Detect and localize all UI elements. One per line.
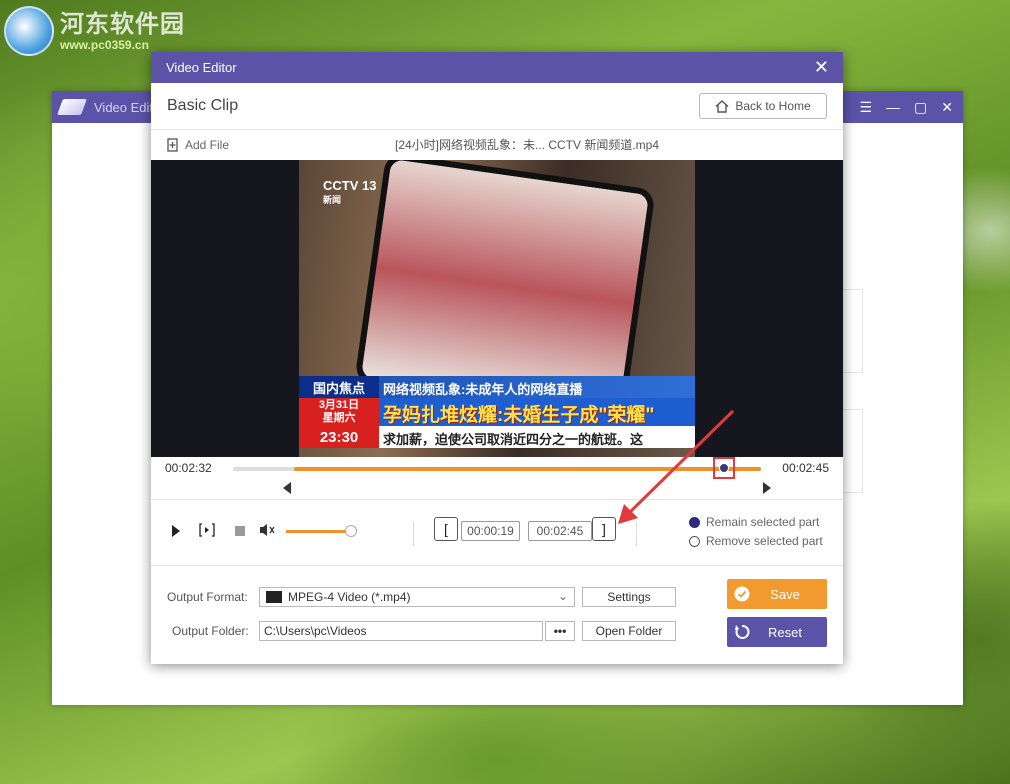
timeline-track[interactable] <box>233 457 761 479</box>
remain-selected-label: Remain selected part <box>706 515 820 529</box>
output-format-select[interactable]: MPEG-4 Video (*.mp4) ⌄ <box>259 587 575 607</box>
output-format-label: Output Format: <box>167 590 248 604</box>
menu-icon[interactable]: ☰ <box>859 99 872 116</box>
minimize-icon[interactable]: — <box>886 99 900 115</box>
page-title: Basic Clip <box>167 97 239 114</box>
set-end-button[interactable]: ] <box>592 517 616 541</box>
start-time: 00:02:32 <box>165 461 212 475</box>
save-button[interactable]: Save <box>727 579 827 609</box>
timeline: 00:02:32 00:02:45 <box>151 457 843 499</box>
news-ticker-band: 23:30 求加薪，迫使公司取消近四分之一的航班。这 <box>299 426 695 448</box>
reset-icon <box>735 625 750 639</box>
news-headline-band: 国内焦点 网络视频乱象:未成年人的网络直播 <box>299 376 695 398</box>
back-to-home-label: Back to Home <box>735 99 811 113</box>
dialog-close-button[interactable]: ✕ <box>814 58 829 76</box>
output-folder-field[interactable]: C:\Users\pc\Videos <box>259 621 543 641</box>
maximize-icon[interactable]: ▢ <box>914 99 927 116</box>
settings-button[interactable]: Settings <box>582 587 676 607</box>
end-time-field[interactable]: 00:02:45 <box>528 521 592 541</box>
output-format-value: MPEG-4 Video (*.mp4) <box>288 590 411 604</box>
news-headline: 网络视频乱象:未成年人的网络直播 <box>383 382 583 397</box>
add-file-icon <box>167 137 178 152</box>
video-preview[interactable]: CCTV 13 新闻 国内焦点 网络视频乱象:未成年人的网络直播 3月31日 星期六… <box>151 160 843 457</box>
app-logo-icon <box>57 99 87 115</box>
output-folder-label: Output Folder: <box>172 624 249 638</box>
radio-unchecked-icon <box>689 535 700 547</box>
dialog-title-bar: Video Editor ✕ <box>151 52 843 83</box>
end-time: 00:02:45 <box>782 461 829 475</box>
video-frame: CCTV 13 新闻 国内焦点 网络视频乱象:未成年人的网络直播 3月31日 星期六… <box>299 160 695 457</box>
background-panel <box>842 289 863 373</box>
browse-folder-button[interactable]: ••• <box>545 621 575 641</box>
watermark-title: 河东软件园 <box>60 8 185 38</box>
close-icon[interactable]: ✕ <box>941 99 953 116</box>
remove-selected-label: Remove selected part <box>706 534 823 548</box>
channel-logo: CCTV 13 新闻 <box>323 178 377 205</box>
radio-checked-icon <box>689 516 700 528</box>
video-editor-dialog: Video Editor ✕ Basic Clip Back to Home A… <box>151 52 843 664</box>
divider <box>413 522 414 546</box>
news-big-caption: 孕妈扎堆炫耀:未婚生子成"荣耀" <box>383 405 655 426</box>
playhead-handle[interactable] <box>719 463 730 473</box>
site-watermark: 河东软件园 www.pc0359.cn <box>4 6 185 56</box>
volume-slider-handle[interactable] <box>345 525 358 537</box>
play-icon[interactable] <box>171 524 181 538</box>
add-file-label: Add File <box>185 137 230 152</box>
chevron-down-icon: ⌄ <box>557 589 568 603</box>
news-ticker: 求加薪，迫使公司取消近四分之一的航班。这 <box>383 432 644 447</box>
dialog-header: Basic Clip Back to Home <box>151 83 843 130</box>
home-icon <box>715 99 729 113</box>
file-bar: Add File [24小时]网络视频乱象：未... CCTV 新闻频道.mp4 <box>151 130 843 159</box>
divider <box>636 522 637 546</box>
dialog-title: Video Editor <box>166 60 237 75</box>
news-clock: 23:30 <box>299 426 379 448</box>
stop-icon[interactable] <box>235 526 245 536</box>
playback-controls: [ 00:00:19 00:02:45 ] Remain selected pa… <box>151 499 843 566</box>
background-panel <box>842 409 863 493</box>
news-date: 3月31日 星期六 <box>299 398 379 426</box>
reset-button[interactable]: Reset <box>727 617 827 647</box>
news-caption-band: 3月31日 星期六 孕妈扎堆炫耀:未婚生子成"荣耀" <box>299 398 695 426</box>
set-start-button[interactable]: [ <box>434 517 458 541</box>
add-file-button[interactable]: Add File <box>167 138 229 152</box>
playhead-highlight <box>713 457 736 479</box>
watermark-logo-icon <box>4 6 54 56</box>
news-tag: 国内焦点 <box>299 376 379 398</box>
end-marker-icon[interactable] <box>763 482 771 494</box>
save-label: Save <box>770 586 800 602</box>
mpeg-format-icon <box>266 591 282 603</box>
check-circle-icon <box>734 586 750 602</box>
back-to-home-button[interactable]: Back to Home <box>699 93 827 119</box>
remove-selected-option[interactable]: Remove selected part <box>689 534 823 548</box>
watermark-url: www.pc0359.cn <box>60 37 149 52</box>
volume-slider[interactable] <box>286 530 351 533</box>
remain-selected-option[interactable]: Remain selected part <box>689 515 819 529</box>
output-settings: Output Format: MPEG-4 Video (*.mp4) ⌄ Se… <box>151 565 843 665</box>
start-time-field[interactable]: 00:00:19 <box>461 521 520 541</box>
file-name: [24小时]网络视频乱象：未... CCTV 新闻频道.mp4 <box>395 138 660 152</box>
volume-icon[interactable] <box>259 522 277 538</box>
selected-range <box>293 467 761 471</box>
next-frame-icon[interactable] <box>199 522 215 538</box>
reset-label: Reset <box>768 624 802 640</box>
open-folder-button[interactable]: Open Folder <box>582 621 676 641</box>
start-marker-icon[interactable] <box>283 482 291 494</box>
